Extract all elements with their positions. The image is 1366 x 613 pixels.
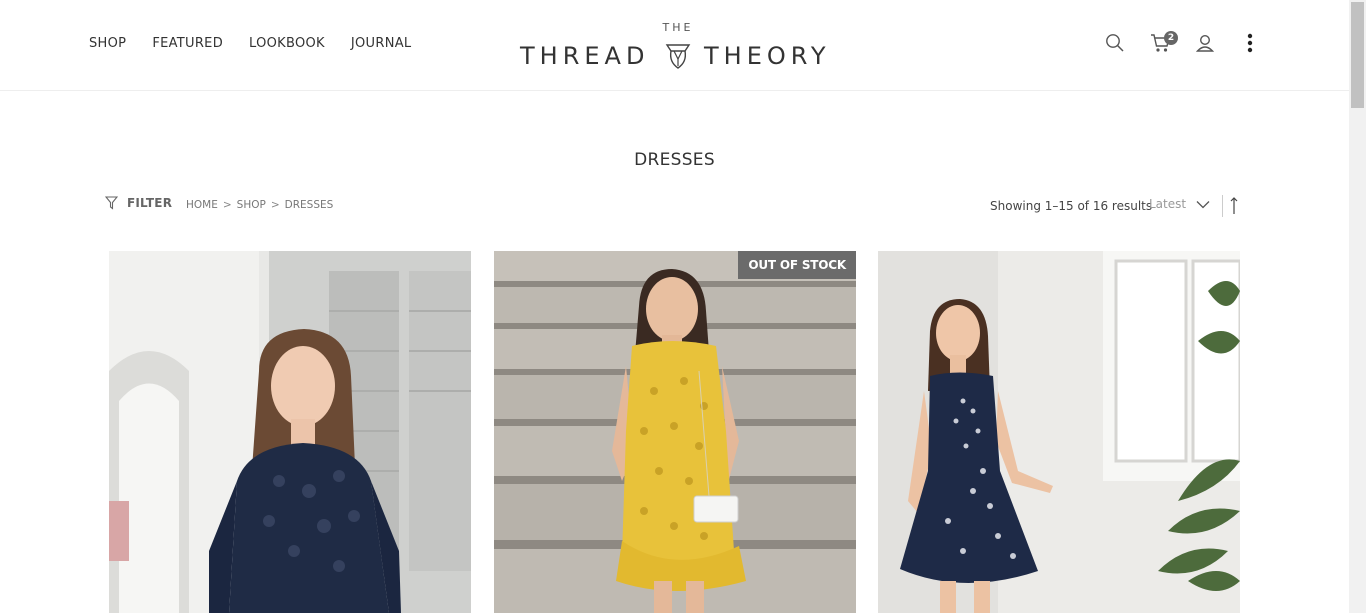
product-image: [878, 251, 1240, 613]
breadcrumb-shop[interactable]: SHOP: [237, 199, 266, 211]
chevron-down-icon: [1196, 200, 1210, 208]
product-card[interactable]: OUT OF STOCK: [494, 251, 856, 613]
more-vertical-icon[interactable]: [1237, 30, 1263, 56]
search-icon[interactable]: [1102, 30, 1128, 56]
sort-value: Latest: [1149, 197, 1187, 211]
scrollbar-thumb[interactable]: [1351, 2, 1364, 108]
nav-lookbook[interactable]: LOOKBOOK: [249, 36, 325, 52]
page-title: DRESSES: [634, 150, 715, 170]
product-card[interactable]: [109, 251, 471, 613]
breadcrumb: HOME > SHOP > DRESSES: [186, 199, 333, 211]
logo-the: THE: [662, 21, 694, 34]
filter-icon: [105, 196, 118, 210]
results-count: Showing 1–15 of 16 results: [990, 199, 1153, 213]
out-of-stock-badge: OUT OF STOCK: [738, 251, 856, 279]
filter-button[interactable]: FILTER: [105, 196, 172, 210]
breadcrumb-current: DRESSES: [284, 199, 334, 211]
breadcrumb-separator: >: [270, 199, 280, 211]
page-scrollbar[interactable]: [1349, 0, 1366, 613]
product-image: [494, 251, 856, 613]
breadcrumb-home[interactable]: HOME: [186, 199, 218, 211]
breadcrumb-separator: >: [222, 199, 232, 211]
logo-theory: THEORY: [704, 42, 831, 70]
site-header: SHOP FEATURED LOOKBOOK JOURNAL THE THREA…: [0, 0, 1349, 91]
shop-toolbar: FILTER HOME > SHOP > DRESSES Showing 1–1…: [105, 195, 1245, 218]
cart-count-badge: 2: [1164, 31, 1178, 45]
site-logo[interactable]: THE THREAD THEORY: [518, 20, 832, 72]
product-image: [109, 251, 471, 613]
main-nav: SHOP FEATURED LOOKBOOK JOURNAL: [89, 36, 437, 52]
sort-select[interactable]: Latest: [1149, 197, 1210, 211]
nav-featured[interactable]: FEATURED: [152, 36, 223, 52]
product-card[interactable]: [878, 251, 1240, 613]
toolbar-divider: [1222, 195, 1223, 217]
user-icon[interactable]: [1192, 30, 1218, 56]
filter-label: FILTER: [127, 196, 173, 210]
logo-mark-icon: [665, 44, 691, 69]
logo-thread: THREAD: [520, 42, 650, 70]
cart-button[interactable]: 2: [1148, 30, 1178, 56]
header-actions: 2: [1100, 30, 1260, 58]
sort-direction-icon[interactable]: [1227, 196, 1241, 216]
nav-journal[interactable]: JOURNAL: [351, 36, 412, 52]
nav-shop[interactable]: SHOP: [89, 36, 126, 52]
